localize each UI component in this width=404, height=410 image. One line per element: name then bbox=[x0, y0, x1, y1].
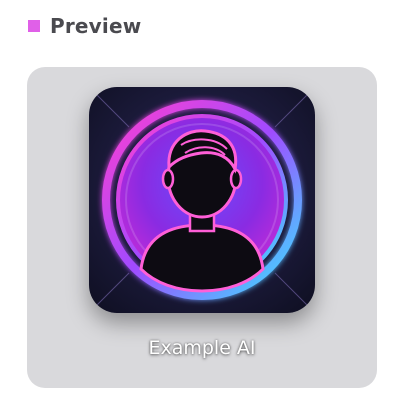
person-avatar-icon bbox=[89, 87, 315, 313]
preview-card: Example AI bbox=[27, 67, 377, 388]
preview-caption: Example AI bbox=[148, 337, 256, 359]
preview-header: Preview bbox=[28, 12, 141, 40]
square-icon bbox=[28, 20, 40, 32]
section-title: Preview bbox=[50, 14, 142, 38]
avatar-image bbox=[89, 87, 315, 313]
